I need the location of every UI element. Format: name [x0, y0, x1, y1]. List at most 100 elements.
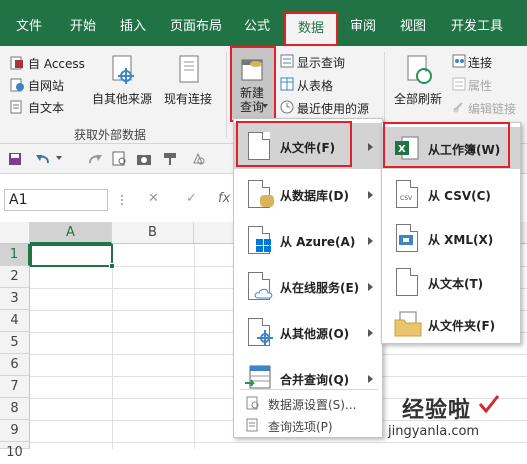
menu-item-label: 从数据库(D): [280, 189, 349, 203]
tab-formulas[interactable]: 公式: [236, 14, 278, 40]
show-queries-icon: [280, 54, 294, 68]
tab-page-layout[interactable]: 页面布局: [166, 14, 226, 40]
row-header[interactable]: 9: [0, 420, 30, 442]
camera-icon[interactable]: [136, 151, 152, 167]
excel-workbook-icon: X: [395, 136, 419, 160]
tab-data[interactable]: 数据: [286, 14, 336, 46]
insert-function-icon[interactable]: fx: [218, 191, 230, 206]
gridline: [194, 244, 195, 449]
menu-item-from-online-services[interactable]: 从在线服务(E): [234, 263, 382, 309]
connections-button[interactable]: 连接: [468, 54, 492, 71]
menu-item-label: 数据源设置(S)...: [268, 398, 357, 412]
confirm-formula-icon[interactable]: ✓: [186, 191, 197, 206]
row-header[interactable]: 8: [0, 398, 30, 420]
row-header[interactable]: 2: [0, 266, 30, 288]
submenu-item-label: 从文件夹(F): [428, 319, 496, 333]
row-header[interactable]: 5: [0, 332, 30, 354]
cancel-formula-icon[interactable]: ✕: [148, 191, 159, 206]
submenu-item-label: 从工作簿(W): [428, 143, 501, 157]
ribbon-tab-bar: 文件 开始 插入 页面布局 公式 数据 审阅 视图 开发工具: [0, 0, 527, 46]
new-query-icon: [241, 59, 263, 81]
ribbon-separator: [226, 52, 227, 138]
from-table-icon: [280, 77, 294, 91]
row-header[interactable]: 3: [0, 288, 30, 310]
fill-handle[interactable]: [109, 263, 115, 269]
tab-review[interactable]: 审阅: [342, 14, 384, 40]
row-header[interactable]: 7: [0, 376, 30, 398]
menu-item-from-database[interactable]: 从数据库(D): [234, 171, 382, 217]
menu-item-from-file[interactable]: 从文件(F): [234, 123, 382, 169]
folder-icon: [394, 311, 422, 337]
redo-icon[interactable]: [84, 151, 104, 167]
menu-divider: [240, 389, 378, 390]
combine-queries-icon: [245, 365, 271, 389]
name-box[interactable]: A1: [4, 189, 108, 211]
menu-item-label: 从其他源(O): [280, 327, 350, 341]
from-file-submenu: X 从工作簿(W) CSV 从 CSV(C) 从 XML(X) 从文本(T) 从…: [381, 122, 521, 344]
refresh-all-icon: [407, 55, 432, 84]
row-header[interactable]: 4: [0, 310, 30, 332]
undo-icon[interactable]: [34, 151, 54, 167]
chevron-down-icon[interactable]: [56, 156, 62, 162]
tab-file[interactable]: 文件: [8, 14, 50, 40]
refresh-all-button[interactable]: 全部刷新: [394, 90, 442, 107]
new-query-menu: 从文件(F) 从数据库(D) 从 Azure(A) 从在线服务(E) 从其他源(…: [233, 118, 383, 438]
from-access-button[interactable]: 自 Access: [28, 55, 85, 72]
tab-insert[interactable]: 插入: [112, 14, 154, 40]
print-preview-icon[interactable]: [112, 151, 128, 167]
from-web-button[interactable]: 自网站: [28, 77, 64, 94]
submenu-arrow-icon: [368, 283, 373, 291]
row-header[interactable]: 10: [0, 442, 30, 460]
properties-button[interactable]: 属性: [468, 77, 492, 94]
tab-home[interactable]: 开始: [62, 14, 104, 40]
shapes-icon[interactable]: [190, 151, 206, 167]
tab-view[interactable]: 视图: [392, 14, 434, 40]
submenu-item-from-text[interactable]: 从文本(T): [382, 261, 520, 303]
watermark-url: jingyanla.com: [388, 424, 480, 439]
menu-item-from-azure[interactable]: 从 Azure(A): [234, 217, 382, 263]
from-table-button[interactable]: 从表格: [297, 77, 333, 94]
csv-icon-label: CSV: [400, 195, 413, 202]
menu-item-from-other-sources[interactable]: 从其他源(O): [234, 309, 382, 355]
new-query-button[interactable]: 新建 查询: [232, 48, 274, 118]
submenu-arrow-icon: [368, 191, 373, 199]
checkmark-icon: [478, 395, 500, 414]
windows-logo-icon: [256, 239, 271, 252]
other-sources-button[interactable]: 自其他来源: [92, 90, 152, 107]
submenu-arrow-icon: [368, 143, 373, 151]
access-icon: [10, 56, 23, 70]
gear-icon: [257, 330, 273, 346]
format-painter-icon[interactable]: [162, 151, 178, 167]
show-queries-button[interactable]: 显示查询: [297, 54, 345, 71]
active-cell-a1[interactable]: [30, 244, 113, 267]
menu-item-data-source-settings[interactable]: 数据源设置(S)...: [234, 392, 382, 414]
new-query-label-2: 查询: [240, 100, 265, 114]
xml-badge-icon: [399, 235, 413, 245]
submenu-item-label: 从 XML(X): [428, 233, 494, 247]
edit-links-button[interactable]: 编辑链接: [468, 100, 516, 117]
column-header-b[interactable]: B: [112, 222, 194, 244]
row-header[interactable]: 6: [0, 354, 30, 376]
submenu-item-from-xml[interactable]: 从 XML(X): [382, 217, 520, 259]
existing-connections-button[interactable]: 现有连接: [164, 90, 212, 107]
menu-item-label: 合并查询(Q): [280, 373, 350, 387]
submenu-item-from-workbook[interactable]: X 从工作簿(W): [382, 127, 520, 169]
save-icon[interactable]: [8, 152, 22, 166]
select-all-corner[interactable]: [0, 222, 30, 244]
menu-item-label: 查询选项(P): [268, 420, 333, 434]
menu-item-query-options[interactable]: 查询选项(P): [234, 414, 382, 436]
other-sources-icon: [112, 55, 134, 84]
properties-icon: [452, 77, 466, 91]
submenu-item-from-csv[interactable]: CSV 从 CSV(C): [382, 173, 520, 215]
submenu-item-label: 从 CSV(C): [428, 189, 491, 203]
recent-sources-icon: [280, 100, 294, 114]
recent-sources-button[interactable]: 最近使用的源: [297, 100, 369, 117]
tab-developer[interactable]: 开发工具: [444, 14, 510, 40]
cylinder-icon: [260, 195, 274, 207]
row-header[interactable]: 1: [0, 244, 30, 266]
column-header-a[interactable]: A: [30, 222, 112, 244]
options-icon: [246, 418, 258, 432]
submenu-item-from-folder[interactable]: 从文件夹(F): [382, 303, 520, 345]
menu-item-label: 从 Azure(A): [280, 235, 356, 249]
from-text-button[interactable]: 自文本: [28, 99, 64, 116]
